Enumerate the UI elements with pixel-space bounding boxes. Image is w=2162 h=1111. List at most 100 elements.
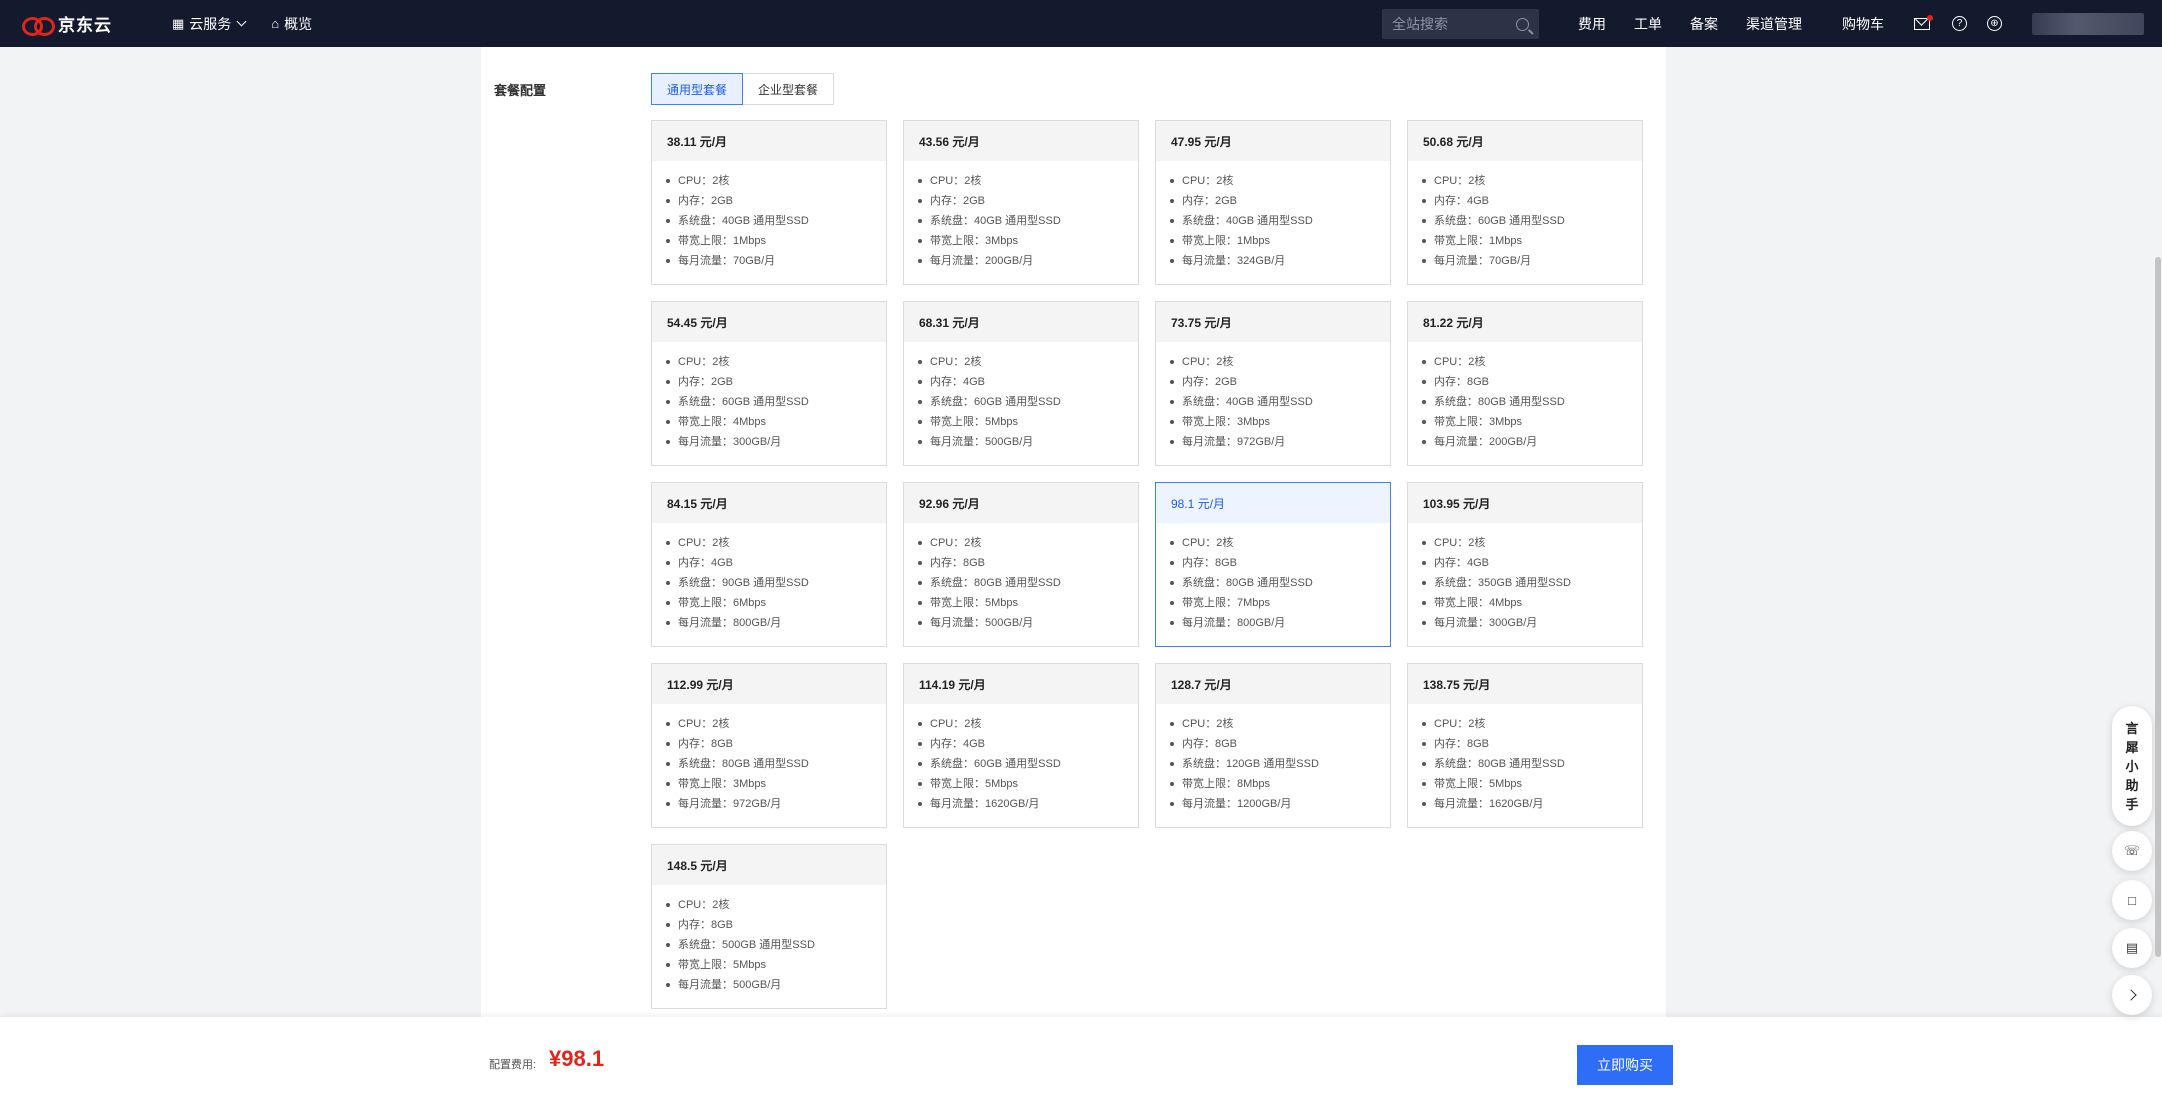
- package-price: 128.7 元/月: [1156, 664, 1390, 704]
- package-spec-list: CPU：2核 内存：2GB 系统盘：40GB 通用型SSD 带宽上限：1Mbps 每月流…: [652, 161, 886, 271]
- nav-link-filing[interactable]: 备案: [1690, 14, 1718, 34]
- chevron-right-icon[interactable]: [2112, 975, 2152, 1015]
- user-account[interactable]: [2032, 12, 2144, 35]
- package-grid: 38.11 元/月 CPU：2核 内存：2GB 系统盘：40GB 通用型SSD 带宽上限…: [651, 120, 1643, 1009]
- buy-now-button[interactable]: 立即购买: [1577, 1045, 1673, 1085]
- assistant-button[interactable]: 言犀小助手: [2112, 706, 2152, 826]
- package-price: 68.31 元/月: [904, 302, 1138, 342]
- package-spec: 带宽上限：3Mbps: [1170, 412, 1390, 432]
- search-input[interactable]: [1392, 16, 1512, 32]
- tab-enterprise-package[interactable]: 企业型套餐: [743, 73, 835, 105]
- package-spec: 内存：8GB: [1422, 372, 1642, 392]
- package-card[interactable]: 112.99 元/月 CPU：2核 内存：8GB 系统盘：80GB 通用型SSD 带宽上…: [651, 663, 887, 828]
- nav-overview-label: 概览: [284, 15, 313, 32]
- package-spec: CPU：2核: [666, 533, 886, 553]
- package-card[interactable]: 114.19 元/月 CPU：2核 内存：4GB 系统盘：60GB 通用型SSD 带宽上…: [903, 663, 1139, 828]
- help-icon[interactable]: ?: [1952, 16, 1967, 31]
- package-card[interactable]: 128.7 元/月 CPU：2核 内存：8GB 系统盘：120GB 通用型SSD 带宽上…: [1155, 663, 1391, 828]
- package-spec: 每月流量：200GB/月: [1422, 432, 1642, 452]
- package-spec: 每月流量：500GB/月: [666, 975, 886, 995]
- package-card[interactable]: 47.95 元/月 CPU：2核 内存：2GB 系统盘：40GB 通用型SSD 带宽上限…: [1155, 120, 1391, 285]
- package-card[interactable]: 43.56 元/月 CPU：2核 内存：2GB 系统盘：40GB 通用型SSD 带宽上限…: [903, 120, 1139, 285]
- package-spec: 系统盘：40GB 通用型SSD: [1170, 392, 1390, 412]
- nav-link-fees[interactable]: 费用: [1578, 14, 1606, 34]
- nav-link-channel[interactable]: 渠道管理: [1746, 14, 1802, 34]
- package-card[interactable]: 73.75 元/月 CPU：2核 内存：2GB 系统盘：40GB 通用型SSD 带宽上限…: [1155, 301, 1391, 466]
- package-type-tabs: 通用型套餐 企业型套餐: [651, 73, 835, 105]
- package-card[interactable]: 54.45 元/月 CPU：2核 内存：2GB 系统盘：60GB 通用型SSD 带宽上限…: [651, 301, 887, 466]
- package-card[interactable]: 148.5 元/月 CPU：2核 内存：8GB 系统盘：500GB 通用型SSD 带宽上…: [651, 844, 887, 1009]
- cost-label: 配置费用:: [489, 1059, 537, 1071]
- package-spec: CPU：2核: [1170, 352, 1390, 372]
- package-spec: 系统盘：60GB 通用型SSD: [666, 392, 886, 412]
- package-card[interactable]: 81.22 元/月 CPU：2核 内存：8GB 系统盘：80GB 通用型SSD 带宽上限…: [1407, 301, 1643, 466]
- package-card[interactable]: 38.11 元/月 CPU：2核 内存：2GB 系统盘：40GB 通用型SSD 带宽上限…: [651, 120, 887, 285]
- package-spec: 系统盘：90GB 通用型SSD: [666, 573, 886, 593]
- package-spec: 每月流量：200GB/月: [918, 251, 1138, 271]
- package-price: 81.22 元/月: [1408, 302, 1642, 342]
- package-spec: 每月流量：500GB/月: [918, 613, 1138, 633]
- package-spec: 系统盘：120GB 通用型SSD: [1170, 754, 1390, 774]
- purchase-bar: 配置费用: ¥98.1 立即购买: [0, 1017, 2162, 1111]
- package-spec-list: CPU：2核 内存：2GB 系统盘：40GB 通用型SSD 带宽上限：3Mbps 每月流…: [1156, 342, 1390, 452]
- nav-cloud-services[interactable]: ▦ 云服务: [172, 14, 247, 34]
- tab-general-package[interactable]: 通用型套餐: [651, 73, 744, 105]
- package-spec-list: CPU：2核 内存：2GB 系统盘：40GB 通用型SSD 带宽上限：3Mbps 每月流…: [904, 161, 1138, 271]
- headset-icon[interactable]: ☏: [2112, 831, 2152, 871]
- chat-icon[interactable]: □: [2112, 880, 2152, 920]
- package-card[interactable]: 68.31 元/月 CPU：2核 内存：4GB 系统盘：60GB 通用型SSD 带宽上限…: [903, 301, 1139, 466]
- package-price: 112.99 元/月: [652, 664, 886, 704]
- package-spec: 每月流量：800GB/月: [1170, 613, 1390, 633]
- jdcloud-logo[interactable]: 京东云: [22, 11, 122, 36]
- global-search[interactable]: [1382, 9, 1539, 39]
- package-spec: CPU：2核: [918, 352, 1138, 372]
- scrollbar[interactable]: [2152, 47, 2162, 1017]
- package-spec: 内存：2GB: [666, 372, 886, 392]
- package-spec: 带宽上限：5Mbps: [918, 774, 1138, 794]
- package-card[interactable]: 138.75 元/月 CPU：2核 内存：8GB 系统盘：80GB 通用型SSD 带宽上…: [1407, 663, 1643, 828]
- package-spec: 内存：8GB: [666, 734, 886, 754]
- package-card[interactable]: 98.1 元/月 CPU：2核 内存：8GB 系统盘：80GB 通用型SSD 带宽上限：…: [1155, 482, 1391, 647]
- package-spec: 每月流量：1620GB/月: [1422, 794, 1642, 814]
- package-card[interactable]: 92.96 元/月 CPU：2核 内存：8GB 系统盘：80GB 通用型SSD 带宽上限…: [903, 482, 1139, 647]
- package-price: 84.15 元/月: [652, 483, 886, 523]
- package-spec: CPU：2核: [1170, 533, 1390, 553]
- package-spec: 系统盘：80GB 通用型SSD: [666, 754, 886, 774]
- mail-icon[interactable]: [1914, 14, 1933, 30]
- package-spec-list: CPU：2核 内存：4GB 系统盘：90GB 通用型SSD 带宽上限：6Mbps 每月流…: [652, 523, 886, 633]
- package-price: 138.75 元/月: [1408, 664, 1642, 704]
- nav-right: 费用 工单 备案 渠道管理 购物车 ? ⊕: [1578, 0, 2144, 47]
- package-price: 43.56 元/月: [904, 121, 1138, 161]
- package-spec-list: CPU：2核 内存：2GB 系统盘：60GB 通用型SSD 带宽上限：4Mbps 每月流…: [652, 342, 886, 452]
- search-icon[interactable]: [1516, 17, 1529, 31]
- package-spec: 系统盘：60GB 通用型SSD: [918, 392, 1138, 412]
- language-icon[interactable]: ⊕: [1987, 16, 2002, 31]
- package-spec: 每月流量：300GB/月: [666, 432, 886, 452]
- package-card[interactable]: 103.95 元/月 CPU：2核 内存：4GB 系统盘：350GB 通用型SSD 带宽…: [1407, 482, 1643, 647]
- nav-link-tickets[interactable]: 工单: [1634, 14, 1662, 34]
- scrollbar-thumb[interactable]: [2155, 257, 2161, 957]
- package-spec: 每月流量：300GB/月: [1422, 613, 1642, 633]
- package-price: 54.45 元/月: [652, 302, 886, 342]
- package-spec: 内存：4GB: [1422, 553, 1642, 573]
- package-card[interactable]: 84.15 元/月 CPU：2核 内存：4GB 系统盘：90GB 通用型SSD 带宽上限…: [651, 482, 887, 647]
- package-spec: 带宽上限：5Mbps: [666, 955, 886, 975]
- package-spec: 内存：8GB: [918, 553, 1138, 573]
- section-label: 套餐配置: [494, 83, 547, 98]
- config-panel: 套餐配置 通用型套餐 企业型套餐 38.11 元/月 CPU：2核 内存：2GB 系统…: [481, 47, 1666, 1017]
- package-price: 92.96 元/月: [904, 483, 1138, 523]
- assistant-label-char: 助: [2125, 777, 2139, 793]
- package-spec-list: CPU：2核 内存：4GB 系统盘：60GB 通用型SSD 带宽上限：1Mbps 每月流…: [1408, 161, 1642, 271]
- package-card[interactable]: 50.68 元/月 CPU：2核 内存：4GB 系统盘：60GB 通用型SSD 带宽上限…: [1407, 120, 1643, 285]
- package-spec: 带宽上限：4Mbps: [1422, 593, 1642, 613]
- package-spec: 系统盘：60GB 通用型SSD: [1422, 211, 1642, 231]
- package-spec: CPU：2核: [918, 171, 1138, 191]
- package-spec: 带宽上限：5Mbps: [1422, 774, 1642, 794]
- package-spec: 带宽上限：1Mbps: [666, 231, 886, 251]
- package-spec: 内存：8GB: [1422, 734, 1642, 754]
- package-spec: 系统盘：80GB 通用型SSD: [918, 573, 1138, 593]
- clipboard-icon[interactable]: ▤: [2112, 928, 2152, 968]
- package-spec: CPU：2核: [1170, 714, 1390, 734]
- nav-link-cart[interactable]: 购物车: [1842, 14, 1884, 34]
- nav-overview[interactable]: ⌂ 概览: [271, 14, 312, 34]
